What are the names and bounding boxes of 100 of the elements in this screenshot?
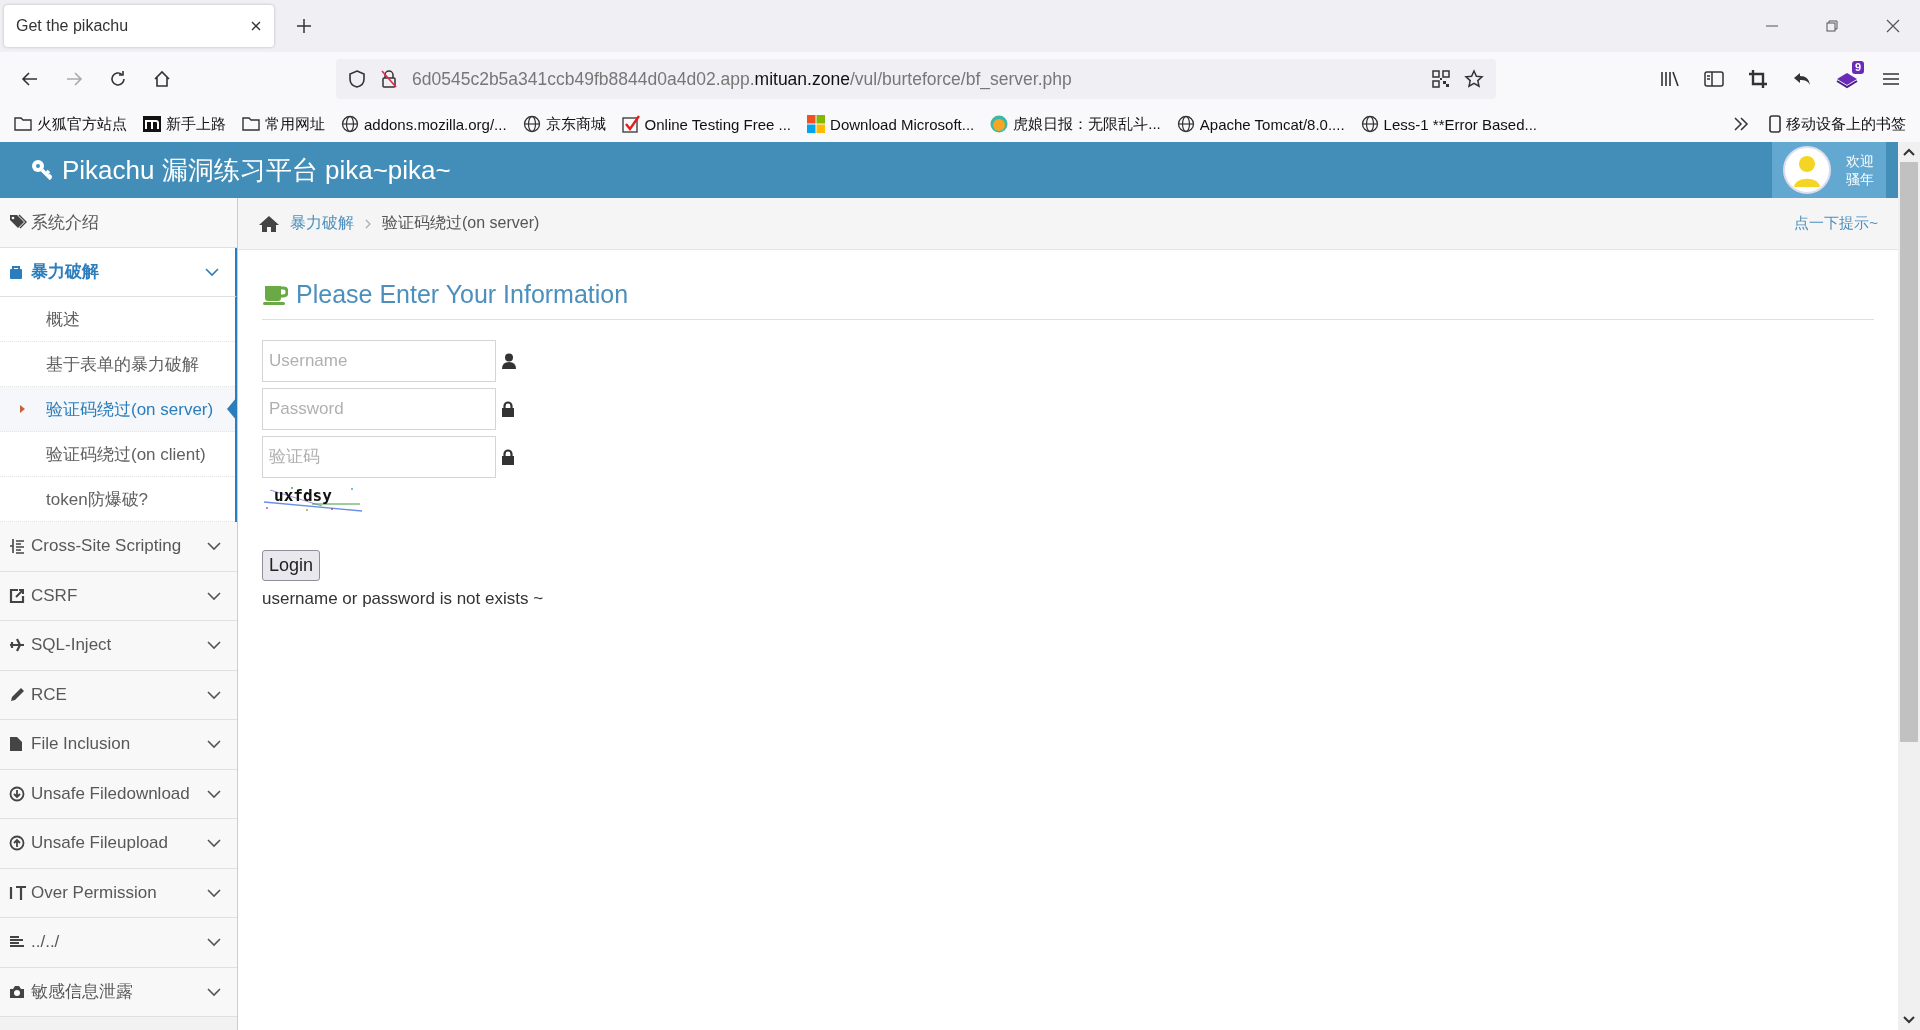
home-icon[interactable] <box>152 69 172 89</box>
submenu-item[interactable]: 验证码绕过(on server) <box>0 387 235 432</box>
sidebar-item[interactable]: Unsafe Fileupload <box>0 819 237 869</box>
indent-list-icon <box>9 538 25 555</box>
tiger-face-icon <box>990 115 1009 133</box>
pencil-icon <box>9 686 25 703</box>
url-text: 6d0545c2b5a341ccb49fb8844d0a4d02.app.mituan.zone/vul/burteforce/bf_server.php <box>412 68 1073 90</box>
checkbox-icon <box>621 115 640 133</box>
phone-icon <box>1769 115 1781 133</box>
scrollbar[interactable] <box>1898 142 1920 1030</box>
chevron-down-icon <box>207 689 221 700</box>
input-field[interactable]: Username <box>262 340 496 382</box>
new-tab-icon[interactable] <box>296 18 312 34</box>
sidebar-item[interactable]: Cross-Site Scripting <box>0 522 237 572</box>
windows-logo-icon <box>807 115 826 133</box>
share-icon <box>9 587 25 604</box>
sidebar-item[interactable]: Unsafe Filedownload <box>0 769 237 819</box>
scroll-up-icon[interactable] <box>1903 148 1915 156</box>
chevron-down-icon <box>207 788 221 799</box>
input-field[interactable]: Password <box>262 388 496 430</box>
bookmark-item[interactable]: 京东商城 <box>522 114 606 134</box>
globe-icon <box>522 115 541 133</box>
tag-icon <box>9 214 27 231</box>
sidebar-item[interactable]: 系统介绍 <box>0 198 237 248</box>
qr-code-icon[interactable] <box>1432 70 1450 88</box>
browser-tab[interactable]: Get the pikachu <box>4 5 274 47</box>
bookmark-label: 京东商城 <box>545 114 606 134</box>
sidebar-item[interactable]: 敏感信息泄露 <box>0 967 237 1017</box>
sidebar-item[interactable]: 暴力破解 <box>0 247 237 297</box>
shield-icon[interactable] <box>348 69 366 89</box>
m-logo-icon <box>143 116 161 132</box>
chevron-down-icon <box>207 986 221 997</box>
chevron-down-icon <box>207 937 221 948</box>
close-icon[interactable] <box>250 20 262 32</box>
sidebar-icon[interactable] <box>1704 70 1724 88</box>
extension-badge: 9 <box>1851 61 1864 74</box>
sidebar-item[interactable]: Over Permission <box>0 868 237 918</box>
submenu-item[interactable]: 概述 <box>0 297 235 342</box>
coffee-cup-icon <box>262 283 288 306</box>
login-button[interactable]: Login <box>262 550 321 581</box>
scrollbar-thumb[interactable] <box>1900 162 1918 742</box>
folder-icon <box>14 116 32 132</box>
more-chevrons-icon[interactable] <box>1733 117 1749 131</box>
active-pointer-icon <box>227 397 237 421</box>
crop-icon[interactable] <box>1748 69 1768 89</box>
bookmark-label: 火狐官方站点 <box>37 114 127 134</box>
sidebar-item[interactable]: File Inclusion <box>0 720 237 770</box>
download-circle-icon <box>9 785 25 802</box>
bookmark-label: 常用网址 <box>265 114 325 134</box>
scroll-down-icon[interactable] <box>1903 1016 1915 1024</box>
user-icon <box>502 353 516 369</box>
avatar-icon <box>1782 145 1832 195</box>
error-message: username or password is not exists ~ <box>262 589 545 609</box>
lock-icon <box>502 449 514 465</box>
reload-icon[interactable] <box>108 69 128 89</box>
bookmark-item[interactable]: 火狐官方站点 <box>14 114 127 134</box>
text-height-icon <box>9 884 27 901</box>
globe-icon <box>1176 115 1195 133</box>
menu-icon[interactable] <box>1882 71 1900 87</box>
breadcrumb-current: 验证码绕过(on server) <box>382 213 540 233</box>
plane-icon <box>9 638 25 653</box>
globe-icon <box>341 115 359 133</box>
file-icon <box>9 736 23 753</box>
chevron-down-icon <box>207 739 221 750</box>
lock-icon <box>502 401 514 417</box>
upload-circle-icon <box>9 835 25 852</box>
chevron-down-icon <box>207 887 221 898</box>
home-icon[interactable] <box>258 214 280 233</box>
captcha-image: uxfdsy <box>262 484 362 512</box>
sidebar-item[interactable]: ../../ <box>0 918 237 968</box>
folder-icon <box>242 116 260 132</box>
chevron-down-icon <box>207 590 221 601</box>
restore-icon[interactable] <box>1826 20 1838 32</box>
greeting-text: 骚年 <box>1846 170 1874 188</box>
sidebar-item[interactable]: RCE <box>0 670 237 720</box>
submenu-item[interactable]: 验证码绕过(on client) <box>0 432 235 477</box>
library-icon[interactable] <box>1660 70 1680 88</box>
chevron-down-icon <box>207 640 221 651</box>
bookmark-item[interactable]: 新手上路 <box>143 114 226 134</box>
app-title: Pikachu 漏洞练习平台 pika~pika~ <box>62 153 451 187</box>
chevron-down-icon <box>205 266 219 277</box>
briefcase-icon <box>9 263 23 280</box>
sidebar-item[interactable]: SQL-Inject <box>0 621 237 671</box>
address-bar[interactable]: 6d0545c2b5a341ccb49fb8844d0a4d02.app.mituan.zone/vul/burteforce/bf_server.php <box>336 59 1496 99</box>
bookmark-label: 新手上路 <box>166 114 226 134</box>
insecure-lock-icon[interactable] <box>380 69 398 89</box>
camera-icon <box>9 984 25 999</box>
key-icon <box>30 158 54 182</box>
chevron-down-icon <box>207 541 221 552</box>
bookmark-item[interactable]: 常用网址 <box>242 114 325 134</box>
close-icon[interactable] <box>1886 19 1900 33</box>
sidebar-item[interactable]: CSRF <box>0 571 237 621</box>
align-left-icon <box>9 935 25 950</box>
form-title: Please Enter Your Information <box>296 280 629 309</box>
input-field[interactable]: 验证码 <box>262 436 496 478</box>
caret-icon <box>20 405 25 413</box>
chevron-down-icon <box>207 838 221 849</box>
greeting-text: 欢迎 <box>1846 152 1874 170</box>
tab-title: Get the pikachu <box>16 17 129 35</box>
star-icon[interactable] <box>1464 69 1484 89</box>
